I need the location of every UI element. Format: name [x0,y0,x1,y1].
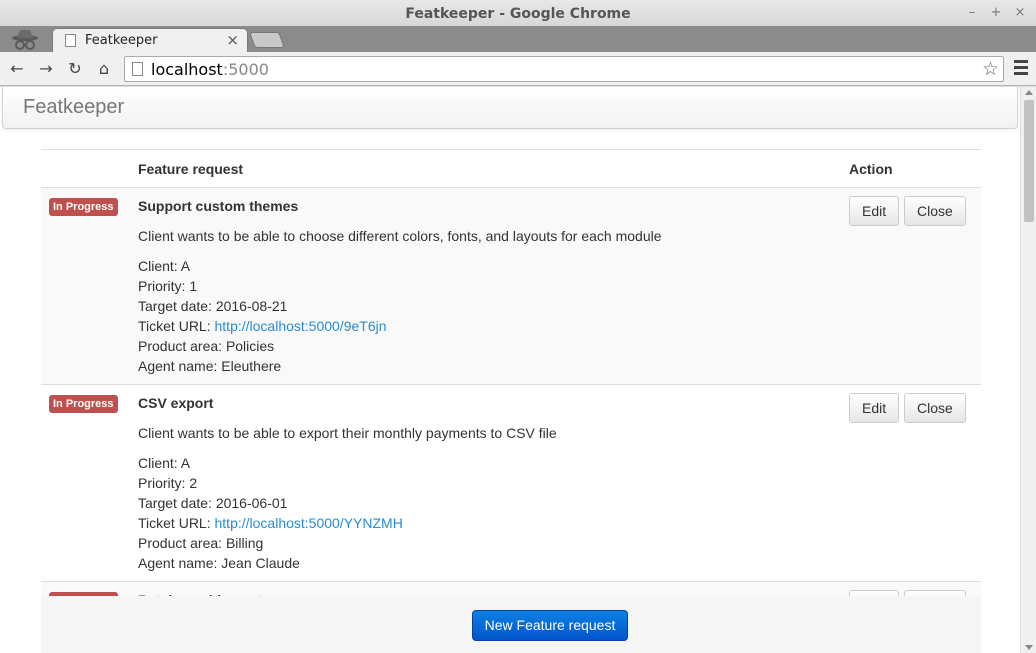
ticket-url-row: Ticket URL: http://localhost:5000/9eT6jn [138,318,387,334]
forward-arrow-icon[interactable]: → [35,58,57,80]
edit-button[interactable]: Edit [849,196,900,226]
minimize-icon[interactable]: – [964,5,980,21]
request-title: CSV export [138,395,214,411]
tab-strip: Featkeeper × [0,26,1036,52]
new-tab-button[interactable] [249,32,285,48]
ticket-url-link[interactable]: http://localhost:5000/9eT6jn [215,318,387,334]
status-badge: In Progress [49,395,118,413]
request-description: Client wants to be able to choose differ… [138,228,662,244]
client-text: Client: A [138,258,191,274]
agent-name-text: Agent name: Jean Claude [138,555,300,571]
tab-featkeeper[interactable]: Featkeeper × [52,28,248,52]
agent-name-text: Agent name: Eleuthere [138,358,282,374]
reload-icon[interactable]: ↻ [64,58,86,80]
window-controls: – + × [964,5,1028,21]
table-header-row: Feature request Action [41,149,981,188]
page-viewport: Featkeeper Feature request Action In Pro… [0,87,1020,653]
request-title: Support custom themes [138,198,299,214]
target-date-text: Target date: 2016-08-21 [138,298,288,314]
priority-text: Priority: 2 [138,475,198,491]
request-details: Client: A Priority: 1 Target date: 2016-… [138,256,833,376]
browser-toolbar: ← → ↻ ⌂ localhost:5000 ☆ [0,52,1036,86]
maximize-icon[interactable]: + [988,5,1004,21]
close-button[interactable]: Close [904,196,966,226]
footer-bar: New Feature request [41,596,981,653]
new-feature-request-button[interactable]: New Feature request [472,610,628,641]
action-column-header: Action [841,149,981,188]
incognito-icon [12,30,38,50]
back-arrow-icon[interactable]: ← [6,58,28,80]
window-title: Featkeeper - Google Chrome [405,6,631,22]
bookmark-star-icon[interactable]: ☆ [982,58,999,80]
product-area-text: Product area: Policies [138,338,275,354]
home-icon[interactable]: ⌂ [93,58,115,80]
status-column-header [41,149,130,188]
request-details: Client: A Priority: 2 Target date: 2016-… [138,453,833,573]
hamburger-menu-icon[interactable] [1014,60,1028,78]
page-icon [132,62,143,76]
client-text: Client: A [138,455,191,471]
app-navbar: Featkeeper [2,87,1018,129]
scrollbar-thumb[interactable] [1024,100,1034,222]
app-brand[interactable]: Featkeeper [23,96,124,119]
tab-close-icon[interactable]: × [226,31,239,49]
tab-label: Featkeeper [85,33,158,48]
target-date-text: Target date: 2016-06-01 [138,495,288,511]
window-titlebar: Featkeeper - Google Chrome – + × [0,0,1036,28]
page-scrollbar[interactable] [1020,87,1036,653]
request-description: Client wants to be able to export their … [138,425,557,441]
ticket-url-row: Ticket URL: http://localhost:5000/YYNZMH [138,515,403,531]
ticket-url-link[interactable]: http://localhost:5000/YYNZMH [215,515,403,531]
feature-requests-table: Feature request Action In Progress Suppo… [41,149,981,628]
edit-button[interactable]: Edit [849,393,900,423]
address-url: localhost:5000 [151,60,269,79]
address-bar[interactable]: localhost:5000 ☆ [124,56,1004,82]
scroll-down-icon[interactable] [1025,645,1033,650]
page-favicon-icon [65,34,76,47]
window-close-icon[interactable]: × [1012,5,1028,21]
close-button[interactable]: Close [904,393,966,423]
table-row: In Progress CSV export Client wants to b… [41,384,981,582]
table-row: In Progress Support custom themes Client… [41,187,981,385]
priority-text: Priority: 1 [138,278,198,294]
feature-column-header: Feature request [130,149,841,188]
scroll-up-icon[interactable] [1025,90,1033,95]
product-area-text: Product area: Billing [138,535,264,551]
status-badge: In Progress [49,198,118,216]
